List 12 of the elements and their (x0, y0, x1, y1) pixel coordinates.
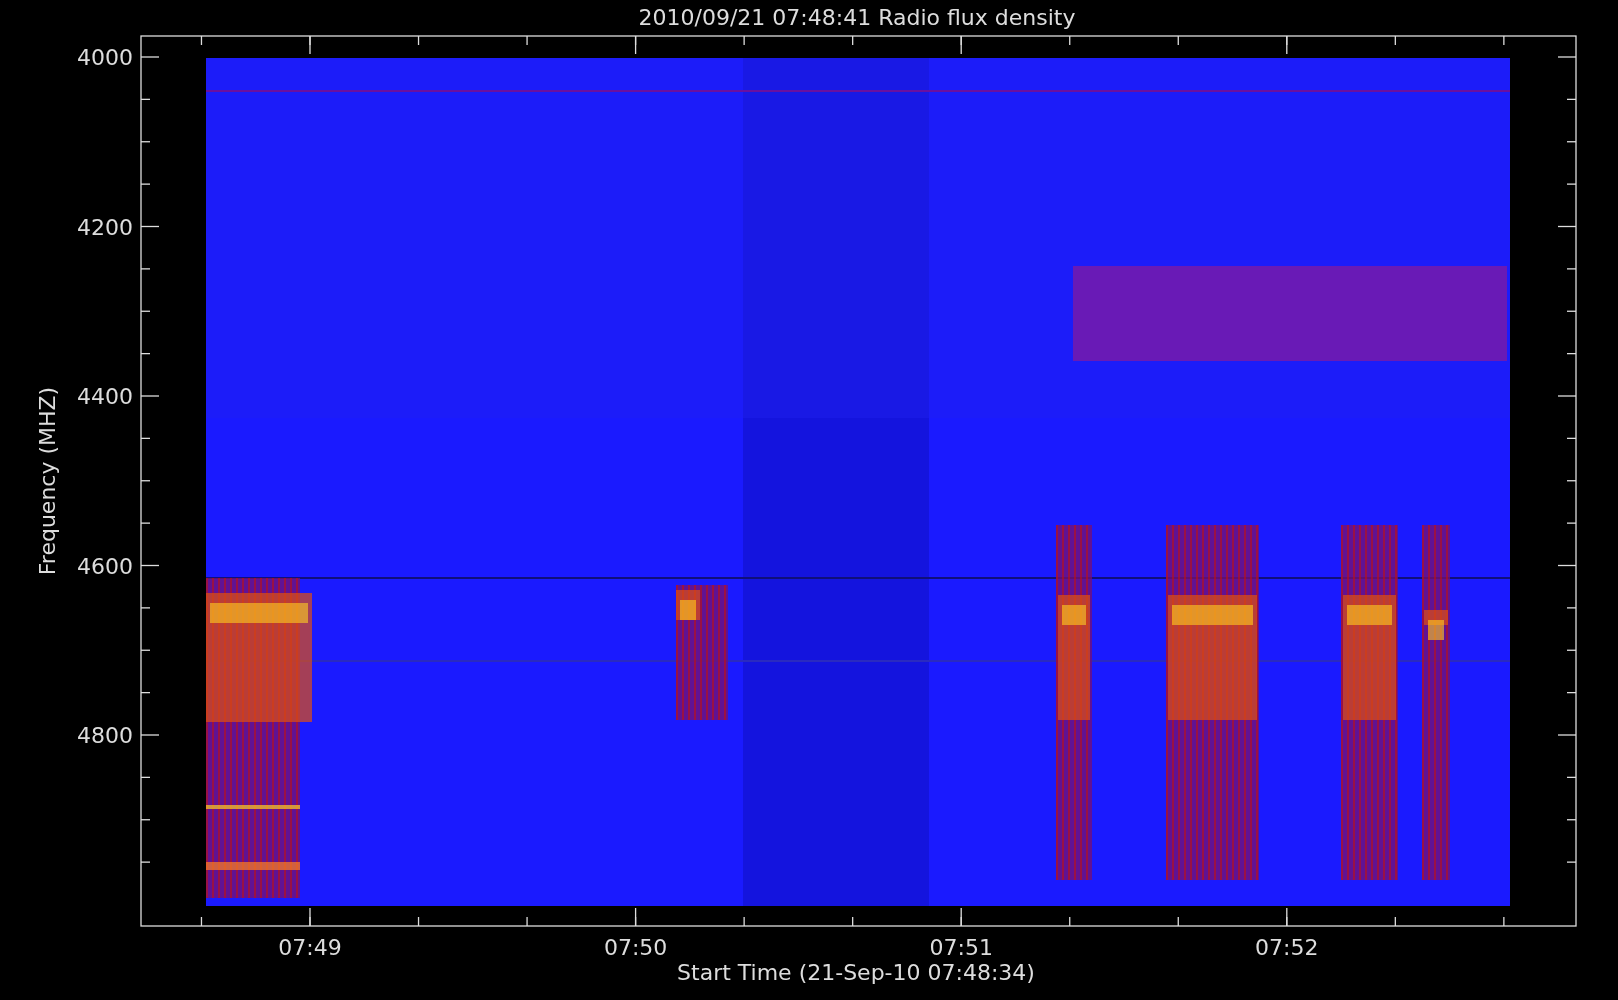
y-tick-label: 4800 (77, 723, 133, 748)
x-tick-label: 07:52 (1255, 935, 1319, 960)
y-tick-label: 4200 (77, 214, 133, 240)
plot-title: 2010/09/21 07:48:41 Radio flux density (638, 5, 1076, 30)
y-tick-label: 4600 (77, 553, 133, 579)
y-tick-label: 4400 (77, 384, 133, 409)
y-tick-label: 4000 (77, 45, 133, 70)
y-axis-label: Frequency (MHZ) (35, 386, 60, 576)
x-tick-label: 07:51 (929, 935, 993, 960)
x-tick-label: 07:50 (603, 935, 668, 960)
x-tick-label: 07:49 (278, 935, 342, 960)
x-axis-label: Start Time (21-Sep-10 07:48:34) (677, 960, 1035, 985)
